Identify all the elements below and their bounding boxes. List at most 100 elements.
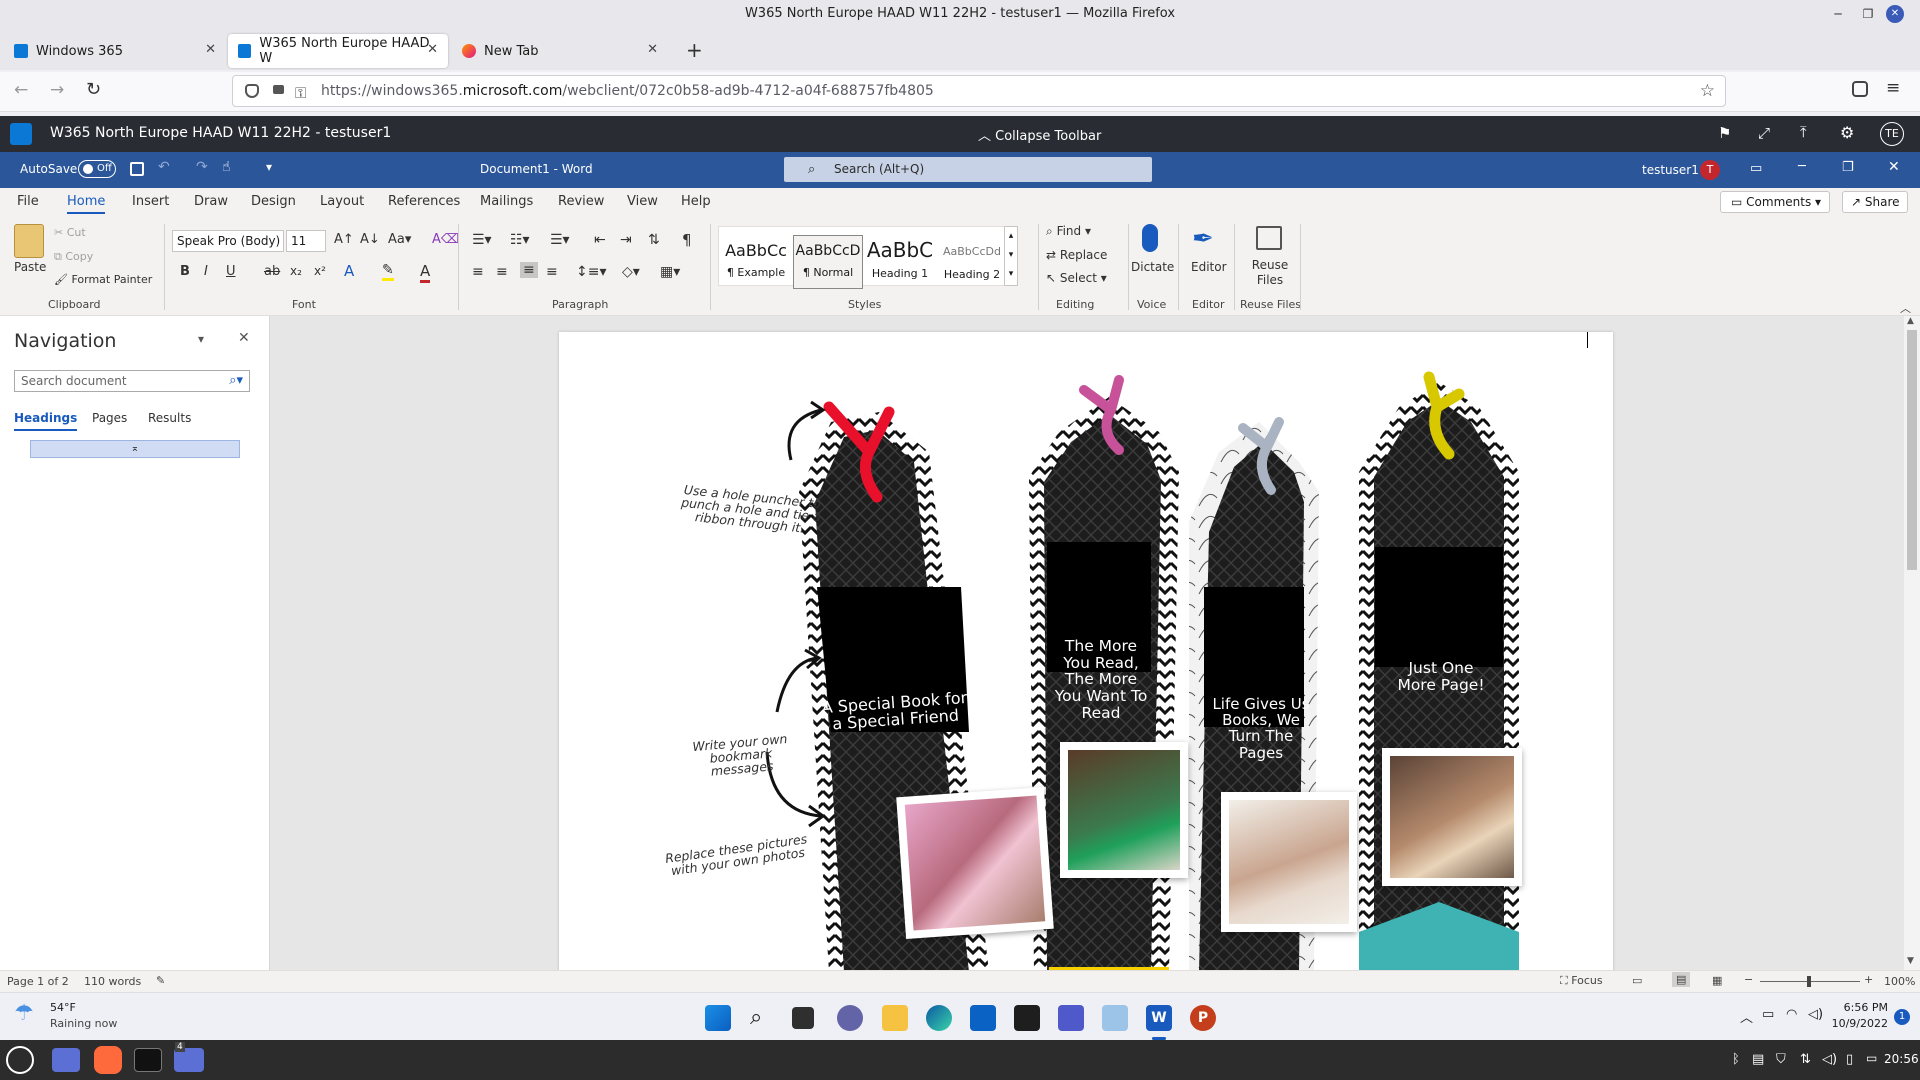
start-windows-icon[interactable] — [705, 1005, 731, 1031]
reuse-files-icon[interactable] — [1256, 226, 1282, 250]
tab-help[interactable]: Help — [681, 194, 711, 209]
align-left-icon[interactable]: ≡ — [472, 264, 484, 280]
text-effects-icon[interactable]: A — [344, 262, 354, 280]
customize-quick-access-icon[interactable]: ▾ — [266, 160, 272, 174]
page-count[interactable]: Page 1 of 2 — [7, 975, 69, 988]
url-bar[interactable]: ⚿ https://windows365.microsoft.com/webcl… — [232, 75, 1726, 107]
print-layout-icon[interactable]: ▤ — [1672, 972, 1691, 987]
weather-desc[interactable]: Raining now — [50, 1017, 117, 1030]
document-page[interactable]: A Special Book for a Special Friend The … — [559, 332, 1613, 972]
dictate-button[interactable]: Dictate — [1131, 260, 1174, 274]
word-minimize-button[interactable]: ─ — [1798, 159, 1806, 174]
edge-browser-icon[interactable] — [926, 1005, 952, 1031]
shading-icon[interactable]: ◇▾ — [622, 264, 640, 280]
close-icon[interactable]: ✕ — [238, 330, 250, 346]
collapse-ribbon-icon[interactable]: ︿ — [1900, 300, 1911, 316]
show-marks-icon[interactable]: ¶ — [682, 231, 692, 249]
microphone-icon[interactable] — [1142, 224, 1158, 252]
settings-gear-icon[interactable]: ⚙ — [1840, 123, 1854, 142]
tab-references[interactable]: References — [388, 194, 460, 209]
weather-rain-icon[interactable]: ☂ — [14, 1001, 34, 1026]
notification-badge[interactable]: 1 — [1894, 1009, 1910, 1025]
close-tab-icon[interactable]: ✕ — [647, 42, 658, 57]
display-icon[interactable]: ▭ — [1762, 1007, 1774, 1022]
subscript-icon[interactable]: x₂ — [290, 264, 302, 278]
tab-results[interactable]: Results — [148, 411, 191, 425]
tab-review[interactable]: Review — [558, 194, 604, 209]
clear-formatting-icon[interactable]: A⌫ — [432, 232, 459, 247]
scroll-thumb[interactable] — [1907, 330, 1917, 570]
tab-insert[interactable]: Insert — [132, 194, 169, 209]
style-example[interactable]: AaBbCc ¶ Example — [721, 235, 791, 289]
autosave-toggle[interactable]: Off — [78, 160, 116, 178]
tab-design[interactable]: Design — [251, 194, 296, 209]
save-icon[interactable] — [130, 162, 144, 176]
hamburger-menu-icon[interactable]: ≡ — [1886, 78, 1900, 98]
paste-button[interactable]: Paste — [14, 260, 46, 274]
reuse-files-button[interactable]: Reuse Files — [1250, 258, 1290, 288]
align-center-icon[interactable]: ≡ — [496, 264, 508, 280]
zoom-slider-thumb[interactable] — [1807, 976, 1811, 987]
pocket-icon[interactable] — [1852, 81, 1868, 97]
terminal-icon[interactable] — [1014, 1005, 1040, 1031]
close-tab-icon[interactable]: ✕ — [205, 42, 216, 57]
reload-icon[interactable]: ↻ — [86, 79, 101, 100]
decrease-indent-icon[interactable]: ⇤ — [594, 232, 606, 248]
tab-layout[interactable]: Layout — [320, 194, 364, 209]
share-button[interactable]: ↗ Share — [1842, 191, 1908, 213]
close-tab-icon[interactable]: ✕ — [427, 42, 438, 57]
tab-pages[interactable]: Pages — [92, 411, 127, 425]
strikethrough-icon[interactable]: ab — [264, 264, 280, 279]
photo-2[interactable] — [1060, 742, 1188, 878]
proofing-icon[interactable]: ✎ — [156, 974, 165, 987]
sort-icon[interactable]: ⇅ — [648, 232, 660, 248]
numbering-icon[interactable]: ☷▾ — [510, 232, 530, 248]
tab-draw[interactable]: Draw — [194, 194, 228, 209]
tab-headings[interactable]: Headings — [14, 411, 78, 431]
comments-button[interactable]: ▭ Comments ▾ — [1720, 191, 1830, 213]
scroll-down-icon[interactable]: ▼ — [1907, 956, 1914, 966]
notes-icon[interactable]: ▭ — [1866, 1051, 1877, 1065]
focus-button[interactable]: ⛶ Focus — [1560, 974, 1603, 988]
minimize-button[interactable]: ─ — [1828, 4, 1848, 24]
web-layout-icon[interactable]: ▦ — [1712, 974, 1722, 987]
search-document-input[interactable]: Search document ⌕▾ — [14, 370, 250, 392]
find-button[interactable]: ⌕ Find ▾ — [1046, 224, 1091, 239]
scroll-up-icon[interactable]: ▲ — [1907, 316, 1914, 326]
bluetooth-icon[interactable]: ᛒ — [1732, 1052, 1740, 1067]
clock-time[interactable]: 6:56 PM — [1818, 1001, 1888, 1014]
files-folder-icon[interactable] — [52, 1048, 80, 1072]
file-explorer-icon[interactable] — [882, 1005, 908, 1031]
collapse-toolbar-button[interactable]: ︿ Collapse Toolbar — [978, 125, 1101, 144]
clipboard-icon[interactable]: ▤ — [1752, 1052, 1764, 1067]
shrink-font-icon[interactable]: A↓ — [360, 232, 380, 247]
borders-icon[interactable]: ▦▾ — [660, 264, 680, 280]
tab-windows365[interactable]: Windows 365 ✕ — [4, 34, 226, 68]
photo-3[interactable] — [1221, 792, 1357, 932]
read-mode-icon[interactable]: ▭ — [1632, 974, 1642, 987]
powerpoint-icon[interactable]: P — [1190, 1005, 1216, 1031]
photo-4[interactable] — [1382, 748, 1522, 886]
new-tab-plus-icon[interactable]: + — [686, 38, 703, 62]
style-heading-2[interactable]: AaBbCcDd Heading 2 — [937, 235, 1007, 289]
bold-icon[interactable]: B — [180, 264, 190, 279]
lock-icon[interactable] — [273, 85, 284, 94]
style-heading-1[interactable]: AaBbC Heading 1 — [865, 235, 935, 289]
task-view-icon[interactable] — [792, 1007, 814, 1029]
forward-arrow-icon[interactable]: → — [50, 80, 64, 100]
user-name[interactable]: testuser1 — [1642, 163, 1699, 177]
align-right-icon[interactable]: ≡ — [520, 262, 538, 278]
word-restore-button[interactable]: ❐ — [1842, 160, 1854, 175]
back-arrow-icon[interactable]: ← — [14, 80, 28, 100]
superscript-icon[interactable]: x² — [314, 264, 326, 278]
heading-collapse-item[interactable]: ⌅ — [30, 440, 240, 458]
ribbon-display-icon[interactable]: ▭ — [1750, 161, 1762, 176]
style-normal[interactable]: AaBbCcD ¶ Normal — [793, 235, 863, 289]
tab-mailings[interactable]: Mailings — [480, 194, 533, 209]
fullscreen-icon[interactable]: ⤢ — [1758, 124, 1770, 142]
multilevel-list-icon[interactable]: ☰▾ — [550, 232, 570, 248]
italic-icon[interactable]: I — [204, 264, 208, 279]
search-icon[interactable]: ⌕▾ — [229, 371, 243, 391]
font-name-select[interactable]: Speak Pro (Body) — [172, 230, 284, 252]
volume-icon[interactable]: ◁) — [1822, 1052, 1837, 1067]
